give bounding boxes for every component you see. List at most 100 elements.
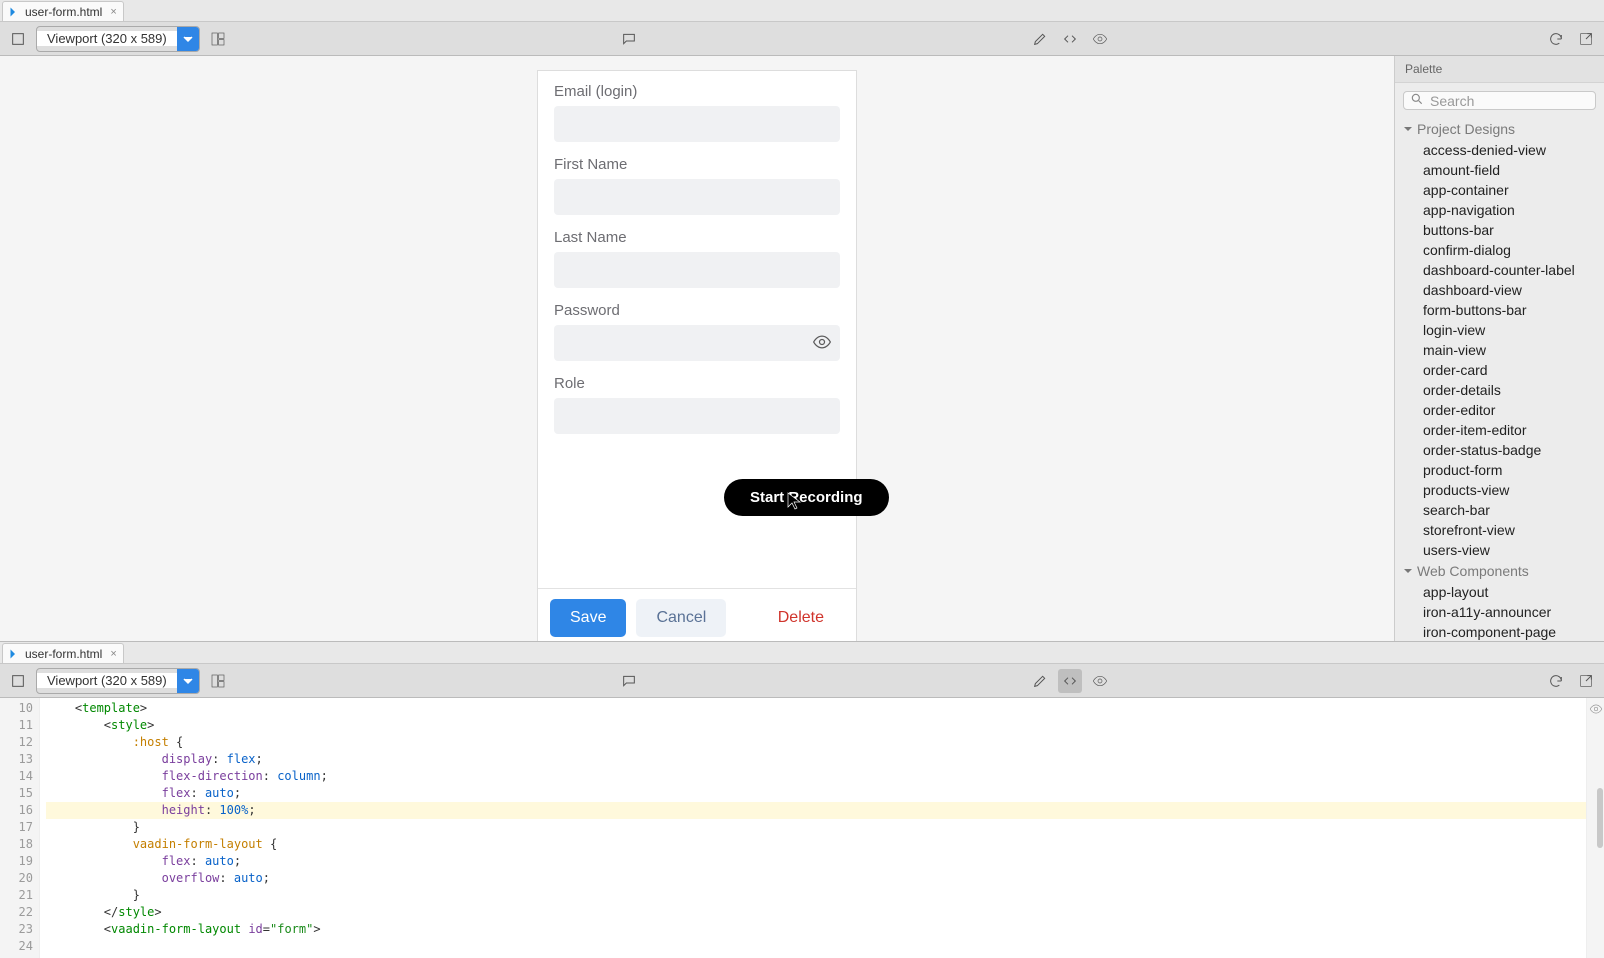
- code-body[interactable]: <template> <style> :host { display: flex…: [40, 698, 1586, 958]
- palette-group-header[interactable]: Web Components: [1403, 560, 1596, 582]
- palette-item[interactable]: form-buttons-bar: [1403, 300, 1596, 320]
- start-recording-badge[interactable]: Start Recording: [724, 479, 889, 516]
- palette-title: Palette: [1395, 56, 1604, 83]
- button-bar: Save Cancel Delete: [538, 588, 856, 641]
- palette-item[interactable]: products-view: [1403, 480, 1596, 500]
- code-editor[interactable]: 101112131415161718192021222324 <template…: [0, 698, 1604, 958]
- file-icon: [9, 6, 21, 18]
- group-title: Web Components: [1417, 563, 1529, 579]
- file-tab[interactable]: user-form.html ×: [2, 1, 124, 21]
- palette-item[interactable]: login-view: [1403, 320, 1596, 340]
- field-password: Password: [554, 302, 840, 361]
- bounds-icon[interactable]: [6, 27, 30, 51]
- palette-item[interactable]: search-bar: [1403, 500, 1596, 520]
- layout-icon[interactable]: [206, 669, 230, 693]
- email-input[interactable]: [554, 106, 840, 142]
- cancel-button[interactable]: Cancel: [636, 599, 726, 637]
- palette-item[interactable]: main-view: [1403, 340, 1596, 360]
- palette-item[interactable]: confirm-dialog: [1403, 240, 1596, 260]
- bottom-pane: user-form.html × Viewport (320 x 589): [0, 642, 1604, 958]
- close-icon[interactable]: ×: [106, 648, 116, 660]
- palette-item[interactable]: order-status-badge: [1403, 440, 1596, 460]
- bounds-icon[interactable]: [6, 669, 30, 693]
- search-icon: [1410, 92, 1424, 109]
- password-input[interactable]: [554, 325, 840, 361]
- viewport-label: Viewport (320 x 589): [37, 673, 177, 688]
- comment-icon[interactable]: [617, 669, 641, 693]
- file-tab-label: user-form.html: [25, 5, 102, 19]
- scrollbar-thumb[interactable]: [1597, 788, 1603, 848]
- code-icon[interactable]: [1058, 669, 1082, 693]
- save-button[interactable]: Save: [550, 599, 626, 637]
- palette-item[interactable]: product-form: [1403, 460, 1596, 480]
- viewport-label: Viewport (320 x 589): [37, 31, 177, 46]
- group-title: Project Designs: [1417, 121, 1515, 137]
- palette-group-items: access-denied-viewamount-fieldapp-contai…: [1403, 140, 1596, 560]
- palette-search[interactable]: Search: [1403, 91, 1596, 110]
- design-pane: Email (login) First Name Last Name Passw…: [0, 56, 1604, 641]
- field-label: Password: [554, 302, 840, 319]
- last-name-input[interactable]: [554, 252, 840, 288]
- palette-item[interactable]: order-item-editor: [1403, 420, 1596, 440]
- code-icon[interactable]: [1058, 27, 1082, 51]
- palette-item[interactable]: dashboard-view: [1403, 280, 1596, 300]
- field-label: First Name: [554, 156, 840, 173]
- file-tab[interactable]: user-form.html ×: [2, 643, 124, 663]
- pencil-icon[interactable]: [1028, 27, 1052, 51]
- field-label: Role: [554, 375, 840, 392]
- palette-group-project-designs: Project Designs access-denied-viewamount…: [1395, 118, 1604, 560]
- viewport-select[interactable]: Viewport (320 x 589): [36, 668, 200, 694]
- cursor-icon: [787, 492, 801, 510]
- palette-item[interactable]: app-layout: [1403, 582, 1596, 602]
- palette-item[interactable]: app-navigation: [1403, 200, 1596, 220]
- role-input[interactable]: [554, 398, 840, 434]
- layout-icon[interactable]: [206, 27, 230, 51]
- palette-item[interactable]: access-denied-view: [1403, 140, 1596, 160]
- palette-item[interactable]: dashboard-counter-label: [1403, 260, 1596, 280]
- palette-group-web-components: Web Components app-layoutiron-a11y-annou…: [1395, 560, 1604, 641]
- palette-group-header[interactable]: Project Designs: [1403, 118, 1596, 140]
- field-last-name: Last Name: [554, 229, 840, 288]
- palette-item[interactable]: iron-component-page: [1403, 622, 1596, 641]
- palette-item[interactable]: app-container: [1403, 180, 1596, 200]
- pencil-icon[interactable]: [1028, 669, 1052, 693]
- palette-item[interactable]: buttons-bar: [1403, 220, 1596, 240]
- palette-group-items: app-layoutiron-a11y-announceriron-compon…: [1403, 582, 1596, 641]
- form-canvas: Email (login) First Name Last Name Passw…: [537, 70, 857, 641]
- viewport-select[interactable]: Viewport (320 x 589): [36, 26, 200, 52]
- palette-item[interactable]: order-card: [1403, 360, 1596, 380]
- popout-icon[interactable]: [1574, 669, 1598, 693]
- field-role: Role: [554, 375, 840, 434]
- chevron-down-icon: [1403, 121, 1413, 137]
- palette-item[interactable]: users-view: [1403, 540, 1596, 560]
- canvas-area: Email (login) First Name Last Name Passw…: [0, 56, 1394, 641]
- palette-item[interactable]: amount-field: [1403, 160, 1596, 180]
- preview-icon[interactable]: [1088, 27, 1112, 51]
- search-placeholder: Search: [1430, 93, 1474, 109]
- eye-icon[interactable]: [1589, 702, 1603, 719]
- code-toolbar: Viewport (320 x 589): [0, 664, 1604, 698]
- chevron-down-icon: [1403, 563, 1413, 579]
- palette-item[interactable]: order-details: [1403, 380, 1596, 400]
- designer-toolbar: Viewport (320 x 589): [0, 22, 1604, 56]
- refresh-icon[interactable]: [1544, 669, 1568, 693]
- field-first-name: First Name: [554, 156, 840, 215]
- bottom-tab-row: user-form.html ×: [0, 642, 1604, 664]
- refresh-icon[interactable]: [1544, 27, 1568, 51]
- line-gutter: 101112131415161718192021222324: [0, 698, 40, 958]
- palette-item[interactable]: iron-a11y-announcer: [1403, 602, 1596, 622]
- close-icon[interactable]: ×: [106, 6, 116, 18]
- palette-item[interactable]: order-editor: [1403, 400, 1596, 420]
- chevron-down-icon[interactable]: [177, 669, 199, 693]
- chevron-down-icon[interactable]: [177, 27, 199, 51]
- tab-row: user-form.html ×: [0, 0, 1604, 22]
- preview-icon[interactable]: [1088, 669, 1112, 693]
- palette-item[interactable]: storefront-view: [1403, 520, 1596, 540]
- field-email: Email (login): [554, 83, 840, 142]
- eye-icon[interactable]: [812, 332, 832, 355]
- comment-icon[interactable]: [617, 27, 641, 51]
- popout-icon[interactable]: [1574, 27, 1598, 51]
- code-right-rail: [1586, 698, 1604, 958]
- first-name-input[interactable]: [554, 179, 840, 215]
- delete-button[interactable]: Delete: [758, 599, 844, 637]
